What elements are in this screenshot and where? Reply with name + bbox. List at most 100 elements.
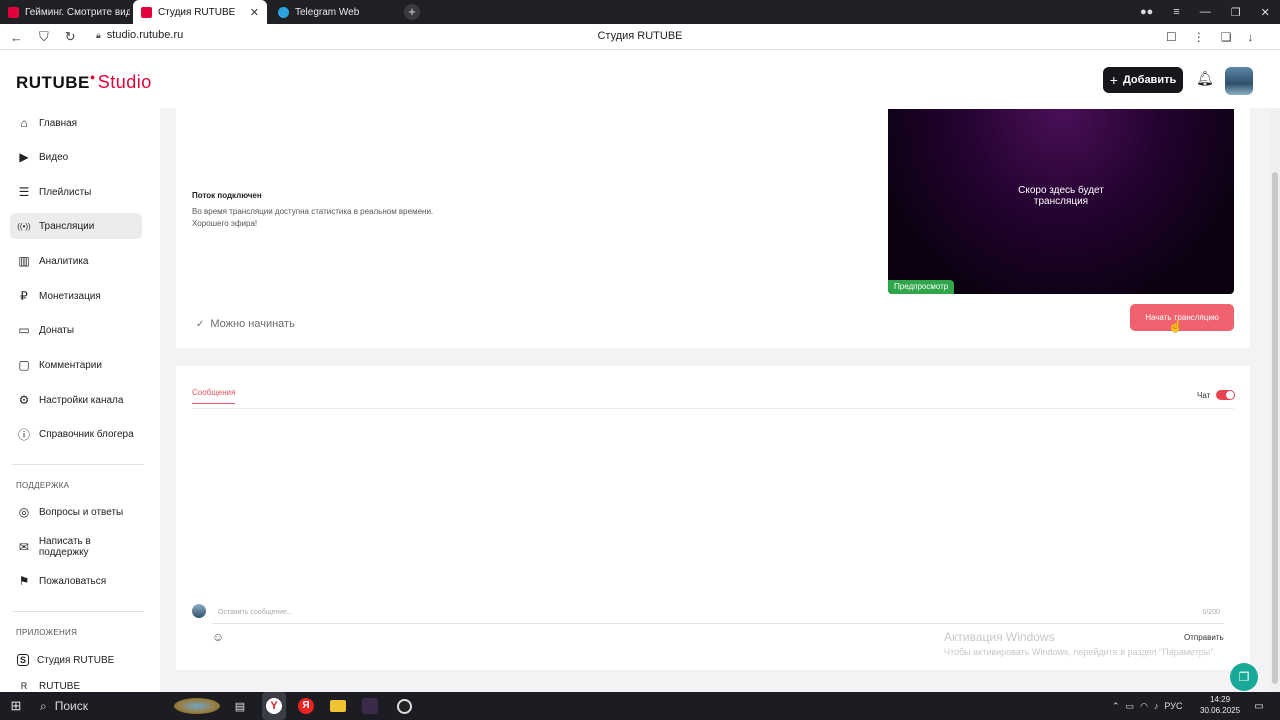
help-icon: ◎ bbox=[18, 505, 30, 519]
info-icon: ⓘ bbox=[17, 427, 30, 442]
chat-toggle[interactable] bbox=[1216, 390, 1235, 400]
message-input[interactable]: Оставить сообщение... 0/200 bbox=[212, 604, 1224, 624]
sidebar-item-home[interactable]: ⌂ Главная bbox=[10, 110, 142, 136]
window-close-icon[interactable]: ✕ bbox=[1261, 6, 1270, 19]
hand-cursor-icon: ☝ bbox=[1168, 319, 1183, 333]
browser-tab-studio[interactable]: Студия RUTUBE ✕ bbox=[133, 0, 267, 24]
new-tab-button[interactable]: + bbox=[404, 4, 420, 20]
notification-icon[interactable]: ▭ bbox=[1252, 692, 1266, 720]
obs-icon[interactable] bbox=[394, 692, 414, 720]
yandex-icon[interactable]: Я bbox=[296, 692, 316, 720]
logo-dot-icon: ● bbox=[89, 72, 96, 82]
sidebar-item-label: Главная bbox=[39, 117, 78, 129]
char-counter: 0/200 bbox=[1202, 609, 1220, 616]
sidebar-item-streams[interactable]: ((•)) Трансляции bbox=[10, 213, 142, 239]
sidebar-item-report[interactable]: ⚑ Пожаловаться bbox=[10, 568, 142, 594]
sidebar-item-label: Написать в поддержку bbox=[38, 536, 91, 558]
url-text: studio.rutube.ru bbox=[106, 29, 184, 41]
check-icon: ✓ bbox=[196, 318, 205, 330]
back-icon[interactable]: ← bbox=[10, 30, 23, 45]
rutube-favicon-icon bbox=[141, 6, 152, 18]
sidebar-item-rutube-app[interactable]: R RUTUBE bbox=[10, 681, 142, 692]
add-button-label: Добавить bbox=[1122, 74, 1177, 86]
clock-time: 14:29 bbox=[1210, 695, 1231, 704]
collections-icon[interactable]: ❏ bbox=[1221, 30, 1232, 44]
tab-label: Telegram Web bbox=[295, 6, 360, 18]
preview-badge: Предпросмотр bbox=[888, 280, 955, 294]
clock-date: 30.06.2025 bbox=[1200, 706, 1241, 715]
close-icon[interactable]: ✕ bbox=[250, 6, 259, 19]
taskbar-search[interactable]: ⌕ Поиск bbox=[32, 692, 170, 720]
glasses-icon[interactable]: ●● bbox=[1140, 6, 1153, 18]
page-scrollbar[interactable] bbox=[1270, 108, 1280, 692]
video-icon: ▶ bbox=[19, 150, 29, 164]
mail-icon: ✉ bbox=[18, 540, 29, 554]
sidebar-item-label: Комментарии bbox=[39, 359, 102, 371]
sidebar-item-blogger-guide[interactable]: ⓘ Справочник блогера bbox=[10, 421, 142, 447]
sidebar-item-video[interactable]: ▶ Видео bbox=[10, 144, 142, 170]
network-icon[interactable]: ▭ bbox=[1126, 701, 1135, 712]
sidebar-item-channel-settings[interactable]: ⚙ Настройки канала bbox=[10, 387, 142, 413]
sidebar-item-studio-app[interactable]: S Студия RUTUBE bbox=[10, 647, 142, 673]
stream-preview: Скоро здесь будет трансляция Предпросмот… bbox=[888, 109, 1234, 294]
sidebar-item-donations[interactable]: ▭ Донаты bbox=[10, 317, 142, 343]
download-icon[interactable]: ↓ bbox=[1248, 30, 1254, 44]
url-field[interactable]: 🔒︎ studio.rutube.ru bbox=[96, 29, 183, 41]
sidebar-item-contact-support[interactable]: ✉ Написать в поддержку bbox=[10, 534, 142, 560]
keyboard-language[interactable]: РУС bbox=[1164, 701, 1182, 711]
tab-messages[interactable]: Сообщения bbox=[192, 388, 236, 404]
maximize-icon[interactable]: ❐ bbox=[1231, 6, 1241, 19]
sidebar-item-playlists[interactable]: ☰ Плейлисты bbox=[10, 179, 142, 205]
add-button[interactable]: + Добавить bbox=[1103, 67, 1183, 93]
volume-icon[interactable]: ♪ bbox=[1154, 701, 1159, 711]
reload-icon[interactable]: ↻ bbox=[65, 29, 76, 45]
bookmark-icon[interactable]: ☐ bbox=[1166, 30, 1177, 44]
more-icon[interactable]: ⋮ bbox=[1193, 30, 1205, 44]
watermark-title: Активация Windows bbox=[944, 630, 1055, 644]
sidebar-item-comments[interactable]: ▢ Комментарии bbox=[10, 352, 142, 378]
sidebar-item-analytics[interactable]: ▥ Аналитика bbox=[10, 248, 142, 274]
shield-icon[interactable]: ⛉ bbox=[39, 29, 49, 45]
ruble-icon: ₽ bbox=[20, 289, 28, 303]
studio-app-icon: S bbox=[17, 654, 29, 666]
stream-status-line: Хорошего эфира! bbox=[192, 219, 258, 228]
sidebar-item-monetization[interactable]: ₽ Монетизация bbox=[10, 283, 142, 309]
task-view-icon[interactable]: ▤ bbox=[230, 692, 250, 720]
browser-tab-gaming[interactable]: Гейминг. Смотрите видео bbox=[0, 0, 130, 24]
search-icon: ⌕ bbox=[40, 698, 47, 713]
taskbar-search-label: Поиск bbox=[54, 699, 88, 713]
watermark-text: Чтобы активировать Windows, перейдите в … bbox=[944, 647, 1216, 657]
file-explorer-icon[interactable] bbox=[328, 692, 348, 720]
divider bbox=[12, 464, 144, 465]
playlist-icon: ☰ bbox=[18, 185, 30, 199]
sidebar-item-faq[interactable]: ◎ Вопросы и ответы bbox=[10, 499, 142, 525]
bell-icon[interactable]: 🔔︎ bbox=[1196, 70, 1214, 87]
preview-message-line: Скоро здесь будет bbox=[1018, 185, 1104, 196]
yandex-browser-icon[interactable]: Y bbox=[262, 692, 286, 720]
rutube-app-icon: R bbox=[20, 681, 28, 691]
rutube-studio-logo[interactable]: RUTUBE● Studio bbox=[16, 72, 152, 93]
sidebar-item-label: Трансляции bbox=[39, 220, 95, 232]
support-chat-button[interactable]: ❐ bbox=[1230, 663, 1258, 691]
avatar[interactable] bbox=[1225, 67, 1253, 95]
chart-icon: ▥ bbox=[18, 254, 30, 268]
divider bbox=[12, 611, 144, 612]
windows-taskbar: ⊞ ⌕ Поиск ▤ Y Я ⌃ ▭ ◠ ♪ РУС 14:29 30.06.… bbox=[0, 692, 1280, 720]
chevron-up-icon[interactable]: ⌃ bbox=[1112, 701, 1120, 712]
taskbar-clock[interactable]: 14:29 30.06.2025 bbox=[1200, 694, 1240, 716]
stream-status-line: Во время трансляции доступна статистика … bbox=[192, 206, 434, 216]
stream-status: Поток подключен Во время трансляции дост… bbox=[192, 190, 433, 231]
send-button[interactable]: Отправить bbox=[1184, 633, 1224, 642]
browser-tab-telegram[interactable]: Telegram Web bbox=[270, 0, 400, 24]
flag-icon: ⚑ bbox=[18, 574, 30, 588]
logo-sub: Studio bbox=[97, 72, 152, 92]
widget-icon[interactable] bbox=[172, 692, 222, 720]
emoji-icon[interactable]: ☺ bbox=[212, 630, 224, 644]
scrollbar-thumb[interactable] bbox=[1272, 172, 1278, 684]
windows-start-icon[interactable]: ⊞ bbox=[4, 692, 28, 720]
app-header: RUTUBE● Studio + Добавить 🔔︎ bbox=[0, 50, 1280, 108]
menu-icon[interactable]: ≡ bbox=[1173, 6, 1179, 18]
minimize-icon[interactable]: — bbox=[1200, 6, 1211, 18]
game-app-icon[interactable] bbox=[360, 692, 380, 720]
wifi-icon[interactable]: ◠ bbox=[1140, 701, 1148, 712]
